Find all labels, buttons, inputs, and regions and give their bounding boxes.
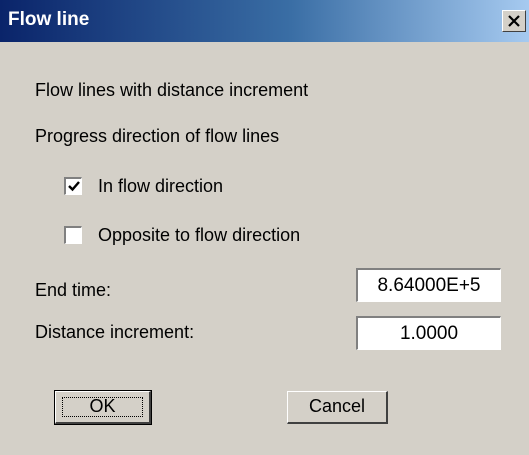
distance-increment-label: Distance increment: bbox=[35, 322, 195, 342]
cancel-button[interactable]: Cancel bbox=[287, 391, 388, 424]
dialog-heading: Flow lines with distance increment bbox=[35, 80, 309, 100]
flow-line-dialog: Flow line Flow lines with distance incre… bbox=[0, 0, 529, 455]
ok-button[interactable]: OK bbox=[54, 390, 152, 425]
in-flow-checkbox[interactable] bbox=[64, 177, 82, 195]
opposite-flow-label[interactable]: Opposite to flow direction bbox=[98, 225, 300, 246]
checkmark-icon bbox=[68, 181, 80, 192]
close-button[interactable] bbox=[502, 10, 526, 32]
end-time-label: End time: bbox=[35, 280, 112, 300]
title-bar[interactable]: Flow line bbox=[0, 0, 529, 42]
direction-heading: Progress direction of flow lines bbox=[35, 126, 280, 146]
opposite-flow-checkbox[interactable] bbox=[64, 226, 82, 244]
in-flow-label[interactable]: In flow direction bbox=[98, 176, 223, 197]
distance-increment-input[interactable] bbox=[356, 316, 501, 350]
end-time-input[interactable] bbox=[356, 268, 501, 302]
window-title: Flow line bbox=[8, 9, 90, 30]
ok-label: OK bbox=[89, 396, 116, 416]
close-icon bbox=[507, 11, 521, 31]
cancel-label: Cancel bbox=[308, 396, 366, 416]
